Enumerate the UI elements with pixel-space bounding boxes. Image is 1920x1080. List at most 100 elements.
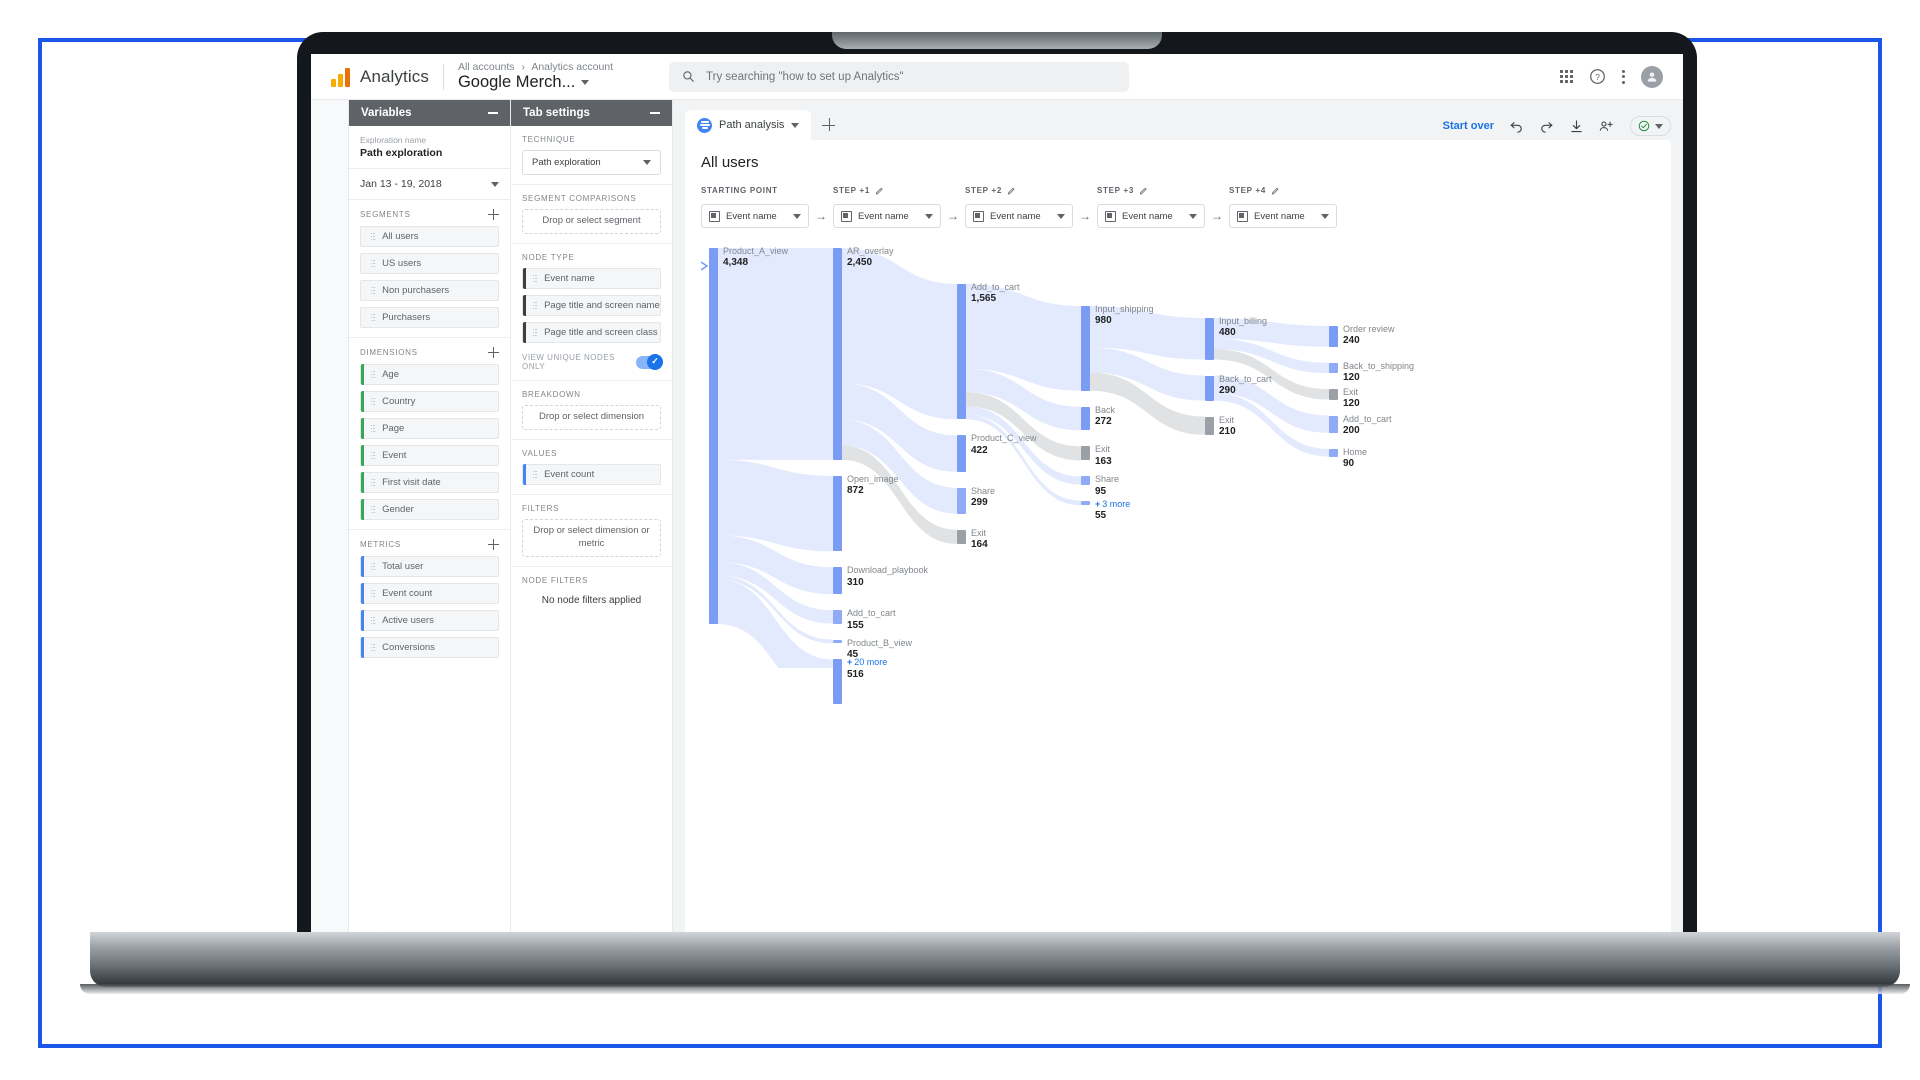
dimension-chip-0[interactable]: Age	[360, 364, 499, 385]
expand-more-icon[interactable]: +	[1095, 499, 1100, 509]
drag-handle[interactable]	[370, 562, 376, 571]
more-options-icon[interactable]	[1622, 69, 1625, 84]
chevron-down-icon[interactable]	[491, 181, 499, 187]
sankey-node-rect[interactable]	[957, 435, 966, 472]
edit-icon[interactable]	[1007, 186, 1016, 195]
sankey-node-rect[interactable]	[1205, 375, 1214, 401]
metric-chip-0[interactable]: Total user	[360, 556, 499, 577]
segment-chip-2[interactable]: Non purchasers	[360, 280, 499, 301]
metric-chip-3[interactable]: Conversions	[360, 637, 499, 658]
download-icon[interactable]	[1569, 119, 1584, 134]
sankey-node-label[interactable]: 20 more	[854, 657, 887, 667]
drag-handle[interactable]	[532, 328, 538, 337]
account-selector[interactable]: All accounts › Analytics account Google …	[458, 61, 613, 92]
sankey-node-rect[interactable]	[833, 659, 842, 705]
value-chip-0[interactable]: Event count	[522, 464, 661, 485]
sankey-node-rect[interactable]	[957, 529, 966, 544]
dimension-chip-2[interactable]: Page	[360, 418, 499, 439]
exploration-name-section[interactable]: Exploration name Path exploration	[349, 126, 510, 169]
metric-chip-1[interactable]: Event count	[360, 583, 499, 604]
node-type-chip-0[interactable]: Event name	[522, 268, 661, 289]
sankey-node-rect[interactable]	[1329, 362, 1338, 374]
step-dimension-select-3[interactable]: Event name	[1097, 204, 1205, 228]
apps-grid-icon[interactable]	[1560, 70, 1573, 83]
edit-icon[interactable]	[875, 186, 884, 195]
drag-handle[interactable]	[370, 424, 376, 433]
drag-handle[interactable]	[370, 478, 376, 487]
segment-chip-3[interactable]: Purchasers	[360, 307, 499, 328]
undo-icon[interactable]	[1509, 119, 1524, 134]
breakdown-drop-zone[interactable]: Drop or select dimension	[522, 405, 661, 430]
share-users-icon[interactable]	[1599, 119, 1615, 134]
sankey-node-rect[interactable]	[1081, 476, 1090, 485]
step-dimension-select-2[interactable]: Event name	[965, 204, 1073, 228]
sankey-node-rect[interactable]	[833, 475, 842, 552]
add-dimension-button[interactable]	[488, 347, 499, 358]
collapse-icon[interactable]	[650, 112, 660, 114]
sankey-node-rect[interactable]	[1081, 306, 1090, 391]
start-over-button[interactable]: Start over	[1443, 120, 1494, 132]
drag-handle[interactable]	[370, 232, 376, 241]
search-input[interactable]: Try searching "how to set up Analytics"	[669, 61, 1130, 92]
drag-handle[interactable]	[370, 259, 376, 268]
filters-drop-zone[interactable]: Drop or select dimension or metric	[522, 519, 661, 557]
sankey-node-rect[interactable]	[1329, 326, 1338, 347]
drag-handle[interactable]	[370, 397, 376, 406]
tab-path-analysis[interactable]: Path analysis	[685, 110, 812, 140]
sankey-node-rect[interactable]	[1081, 500, 1090, 506]
chevron-down-icon[interactable]	[791, 122, 800, 128]
edit-icon[interactable]	[1271, 186, 1280, 195]
step-dimension-select-0[interactable]: Event name	[701, 204, 809, 228]
step-dimension-select-4[interactable]: Event name	[1229, 204, 1337, 228]
add-segment-button[interactable]	[488, 209, 499, 220]
avatar[interactable]	[1641, 65, 1663, 88]
edit-icon[interactable]	[1139, 186, 1148, 195]
sankey-node-rect[interactable]	[833, 610, 842, 624]
drag-handle[interactable]	[370, 286, 376, 295]
drag-handle[interactable]	[370, 451, 376, 460]
chevron-down-icon[interactable]	[581, 80, 590, 86]
redo-icon[interactable]	[1539, 119, 1554, 134]
collapse-icon[interactable]	[488, 112, 498, 114]
segment-chip-0[interactable]: All users	[360, 226, 499, 247]
sankey-node-rect[interactable]	[957, 284, 966, 420]
sankey-node-rect[interactable]	[833, 567, 842, 595]
add-metric-button[interactable]	[488, 539, 499, 550]
dimension-chip-3[interactable]: Event	[360, 445, 499, 466]
metric-chip-2[interactable]: Active users	[360, 610, 499, 631]
date-range-picker[interactable]: Jan 13 - 19, 2018	[349, 169, 510, 200]
dimension-chip-4[interactable]: First visit date	[360, 472, 499, 493]
drag-handle[interactable]	[370, 589, 376, 598]
sankey-node-rect[interactable]	[1329, 389, 1338, 400]
expand-more-icon[interactable]: +	[847, 657, 852, 667]
technique-select[interactable]: Path exploration	[522, 150, 661, 175]
sankey-node-rect[interactable]	[833, 248, 842, 460]
sankey-node-label[interactable]: 3 more	[1102, 499, 1130, 509]
sankey-node-rect[interactable]	[1329, 448, 1338, 457]
step-dimension-select-1[interactable]: Event name	[833, 204, 941, 228]
add-tab-button[interactable]	[813, 110, 843, 140]
status-badge[interactable]	[1630, 116, 1671, 136]
drag-handle[interactable]	[370, 616, 376, 625]
view-unique-nodes-row[interactable]: VIEW UNIQUE NODES ONLY ✓	[522, 353, 663, 371]
drag-handle[interactable]	[370, 313, 376, 322]
help-icon[interactable]: ?	[1589, 68, 1606, 85]
drag-handle[interactable]	[370, 505, 376, 514]
sankey-node-rect[interactable]	[1329, 415, 1338, 433]
sankey-node-rect[interactable]	[1205, 318, 1214, 360]
drag-handle[interactable]	[532, 301, 538, 310]
drag-handle[interactable]	[532, 274, 538, 283]
sankey-node-rect[interactable]	[833, 639, 842, 644]
node-type-chip-1[interactable]: Page title and screen name	[522, 295, 661, 316]
dimension-chip-1[interactable]: Country	[360, 391, 499, 412]
segment-drop-zone[interactable]: Drop or select segment	[522, 209, 661, 234]
drag-handle[interactable]	[370, 643, 376, 652]
drag-handle[interactable]	[370, 370, 376, 379]
view-unique-toggle[interactable]: ✓	[636, 353, 663, 370]
node-type-chip-2[interactable]: Page title and screen class	[522, 322, 661, 343]
sankey-node-rect[interactable]	[1081, 406, 1090, 431]
sankey-node-rect[interactable]	[957, 487, 966, 514]
segment-chip-1[interactable]: US users	[360, 253, 499, 274]
dimension-chip-5[interactable]: Gender	[360, 499, 499, 520]
drag-handle[interactable]	[532, 470, 538, 479]
